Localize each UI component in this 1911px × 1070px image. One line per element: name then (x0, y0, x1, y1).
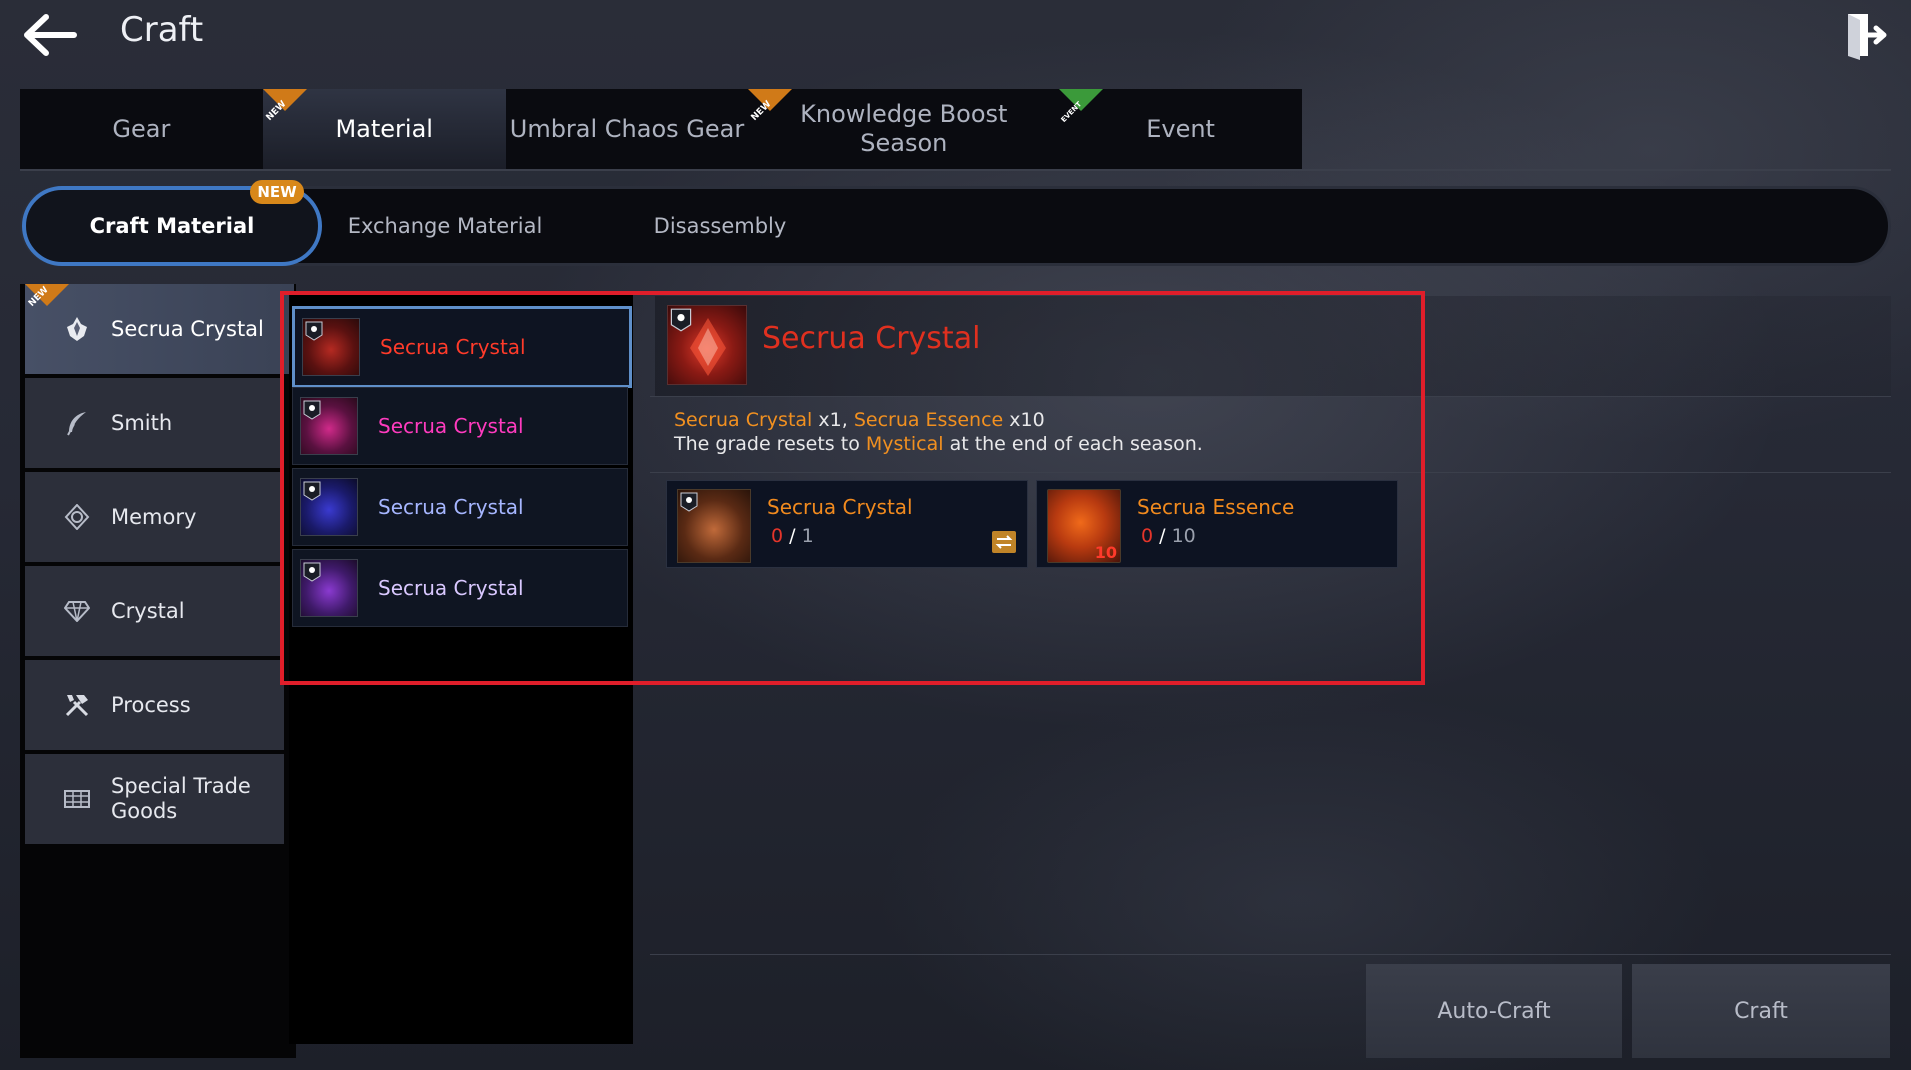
diamond-icon (63, 597, 91, 625)
tab-knowledge-boost-season[interactable]: NEW Knowledge Boost Season (748, 89, 1059, 169)
highlight-frame (280, 291, 1425, 685)
auto-craft-button[interactable]: Auto-Craft (1366, 964, 1622, 1058)
category-special-trade-goods[interactable]: Special Trade Goods (25, 754, 284, 844)
category-memory[interactable]: Memory (25, 472, 284, 562)
tab-event[interactable]: EVENT Event (1059, 89, 1302, 169)
new-ribbon: NEW (748, 89, 792, 133)
tab-exchange-material[interactable]: Exchange Material (340, 186, 550, 266)
tab-umbral-chaos-gear[interactable]: Umbral Chaos Gear (506, 89, 749, 169)
tab-gear[interactable]: Gear (20, 89, 263, 169)
category-secrua-crystal[interactable]: NEW Secrua Crystal (25, 284, 294, 374)
top-tab-bar: Gear NEW Material Umbral Chaos Gear NEW … (20, 89, 1302, 169)
tab-material[interactable]: NEW Material (262, 89, 506, 169)
category-label: Crystal (111, 598, 185, 623)
feather-icon (63, 409, 91, 437)
new-ribbon: NEW (263, 89, 307, 133)
tab-label: Gear (112, 114, 171, 143)
new-ribbon: NEW (25, 284, 69, 328)
category-label: Memory (111, 504, 197, 529)
tab-label: Event (1146, 114, 1215, 143)
craft-button[interactable]: Craft (1632, 964, 1890, 1058)
event-ribbon: EVENT (1059, 89, 1103, 133)
category-label: Process (111, 692, 191, 717)
category-label: Secrua Crystal (111, 316, 264, 341)
category-label: Special Trade Goods (111, 774, 251, 823)
category-smith[interactable]: Smith (25, 378, 284, 468)
category-crystal[interactable]: Crystal (25, 566, 284, 656)
memory-icon (63, 503, 91, 531)
new-badge: NEW (250, 180, 304, 204)
back-button[interactable] (22, 12, 80, 58)
tab-disassembly[interactable]: Disassembly (620, 186, 820, 266)
page-title: Craft (120, 10, 204, 50)
tab-label: Material (335, 114, 433, 143)
tools-icon (63, 691, 91, 719)
category-label: Smith (111, 410, 173, 435)
back-arrow-icon (24, 14, 77, 56)
exit-door-icon (1848, 14, 1887, 60)
exit-button[interactable] (1842, 10, 1890, 60)
trade-goods-icon (63, 785, 91, 813)
divider (20, 169, 1891, 171)
tab-label: Umbral Chaos Gear (509, 114, 745, 143)
divider (650, 954, 1891, 955)
tab-label: Knowledge Boost Season (800, 100, 1008, 157)
category-process[interactable]: Process (25, 660, 284, 750)
